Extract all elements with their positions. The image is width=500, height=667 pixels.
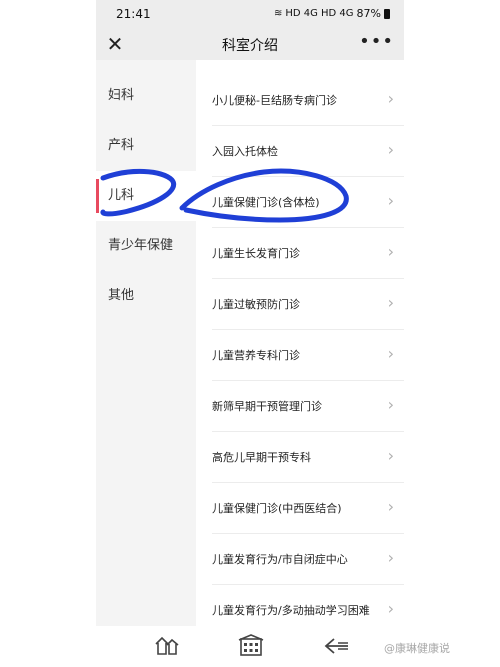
content-area: 妇科 产科 儿科 青少年保健 其他 小儿便秘-巨结肠专病门诊 › 入园入托体检 › … <box>96 60 404 626</box>
list-item-label: 入园入托体检 <box>212 145 278 158</box>
list-item[interactable]: 小儿便秘-巨结肠专病门诊 › <box>196 75 404 126</box>
chevron-right-icon: › <box>387 344 394 363</box>
battery-percent: 87% <box>356 7 381 20</box>
sidebar-item-adolescent[interactable]: 青少年保健 <box>96 221 196 271</box>
list-item[interactable]: 儿童保健门诊(中西医结合) › <box>196 483 404 534</box>
chevron-right-icon: › <box>387 191 394 210</box>
list-item-label: 儿童过敏预防门诊 <box>212 298 300 311</box>
sidebar-item-label: 产科 <box>108 138 135 153</box>
list-item-label: 儿童保健门诊(中西医结合) <box>212 502 342 515</box>
chevron-right-icon: › <box>387 242 394 261</box>
list-item-label: 高危儿早期干预专科 <box>212 451 311 464</box>
phone-screen: 21:41 ≋ HD 4G HD 4G 87% ✕ 科室介绍 ••• 妇科 产科… <box>96 0 404 667</box>
status-indicators: ≋ HD 4G HD 4G 87% <box>274 7 390 20</box>
chevron-right-icon: › <box>387 89 394 108</box>
list-item[interactable]: 儿童生长发育门诊 › <box>196 228 404 279</box>
status-bar: 21:41 ≋ HD 4G HD 4G 87% <box>96 0 404 30</box>
building-icon <box>238 634 264 656</box>
chevron-right-icon: › <box>387 395 394 414</box>
more-icon[interactable]: ••• <box>359 31 394 52</box>
list-item-label: 儿童营养专科门诊 <box>212 349 300 362</box>
list-item[interactable]: 入园入托体检 › <box>196 126 404 177</box>
list-item[interactable]: 新筛早期干预管理门诊 › <box>196 381 404 432</box>
watermark: @康琳健康说 <box>384 642 450 655</box>
sidebar-item-other[interactable]: 其他 <box>96 271 196 321</box>
chevron-right-icon: › <box>387 497 394 516</box>
sidebar-item-pediatrics[interactable]: 儿科 <box>96 171 196 221</box>
list-item-label: 新筛早期干预管理门诊 <box>212 400 322 413</box>
list-item[interactable]: 儿童过敏预防门诊 › <box>196 279 404 330</box>
sidebar-item-label: 青少年保健 <box>108 238 174 253</box>
list-item-label: 儿童发育行为/多动抽动学习困难 <box>212 604 370 617</box>
department-list: 小儿便秘-巨结肠专病门诊 › 入园入托体检 › 儿童保健门诊(含体检) › 儿童生长发… <box>196 60 404 626</box>
list-item-label: 儿童发育行为/市自闭症中心 <box>212 553 348 566</box>
list-item[interactable]: 儿童营养专科门诊 › <box>196 330 404 381</box>
tab-back-icon[interactable] <box>322 634 352 658</box>
sidebar-item-label: 儿科 <box>108 188 135 203</box>
chevron-right-icon: › <box>387 548 394 567</box>
list-item[interactable]: 儿童发育行为/市自闭症中心 › <box>196 534 404 585</box>
status-time: 21:41 <box>116 7 151 21</box>
tab-building-icon[interactable] <box>236 634 266 658</box>
list-item-label: 儿童生长发育门诊 <box>212 247 300 260</box>
chevron-right-icon: › <box>387 293 394 312</box>
home-icon <box>155 636 179 655</box>
chevron-right-icon: › <box>387 599 394 618</box>
list-item-label: 儿童保健门诊(含体检) <box>212 196 320 209</box>
tab-home-icon[interactable] <box>152 634 182 658</box>
list-item[interactable]: 高危儿早期干预专科 › <box>196 432 404 483</box>
nav-bar: ✕ 科室介绍 ••• <box>96 30 404 60</box>
wifi-icon: ≋ <box>273 8 283 19</box>
list-item[interactable]: 儿童保健门诊(含体检) › <box>196 177 404 228</box>
sidebar-item-obstetrics[interactable]: 产科 <box>96 121 196 171</box>
sidebar-item-label: 妇科 <box>108 88 135 103</box>
list-item-label: 小儿便秘-巨结肠专病门诊 <box>212 94 337 107</box>
page-title: 科室介绍 <box>222 38 278 54</box>
chevron-right-icon: › <box>387 446 394 465</box>
battery-icon <box>384 8 390 19</box>
category-sidebar: 妇科 产科 儿科 青少年保健 其他 <box>96 60 196 626</box>
network-label: HD 4G HD 4G <box>285 8 354 19</box>
sidebar-item-gynecology[interactable]: 妇科 <box>96 71 196 121</box>
chevron-right-icon: › <box>387 140 394 159</box>
bottom-tab-bar <box>96 626 404 667</box>
sidebar-item-label: 其他 <box>108 288 135 303</box>
back-arrow-icon <box>324 638 348 654</box>
active-indicator <box>96 179 99 213</box>
